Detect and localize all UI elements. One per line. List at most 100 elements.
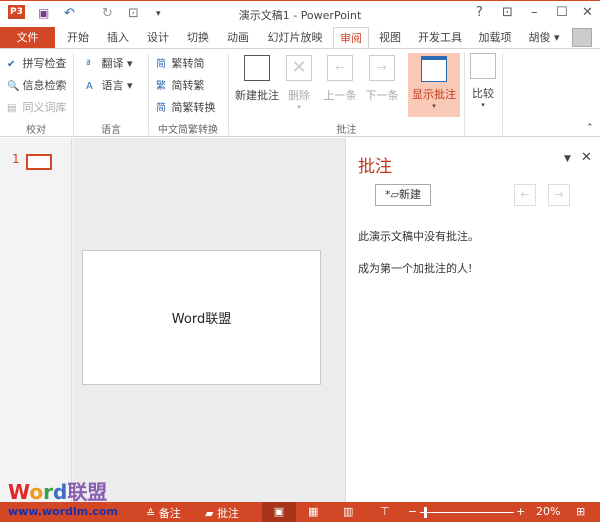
- notes-label: 备注: [158, 507, 181, 520]
- previous-comment-label: 上一条: [323, 89, 357, 102]
- tab-home[interactable]: 开始: [60, 27, 96, 48]
- group-proofing-label: 校对: [26, 125, 46, 136]
- zoom-slider-thumb[interactable]: [424, 507, 428, 518]
- new-comment-pane-button[interactable]: *▱新建: [375, 184, 431, 206]
- notes-button[interactable]: ≙ 备注: [146, 505, 181, 521]
- tab-insert[interactable]: 插入: [100, 27, 136, 48]
- trad-to-simp-button[interactable]: 简 繁转简: [156, 55, 205, 71]
- slide-sorter-button[interactable]: ▦: [308, 505, 318, 518]
- title-bar: P3 ▣ ↶ ↻ ⊡ ▾ 演示文稿1 - PowerPoint ? ⊡ – ☐ …: [0, 0, 600, 27]
- minimize-button[interactable]: –: [531, 5, 538, 20]
- simp-to-trad-icon: 繁: [156, 81, 166, 92]
- chinese-conversion-label: 简繁转换: [171, 101, 216, 114]
- group-chinese-label: 中文简繁转换: [158, 125, 218, 136]
- tab-addins[interactable]: 加载项: [472, 27, 518, 48]
- ribbon-display-button[interactable]: ⊡: [502, 5, 513, 20]
- comments-icon: ▰: [205, 507, 214, 520]
- research-label: 信息检索: [22, 79, 67, 92]
- new-button-label: 新建: [398, 188, 421, 201]
- ribbon-tabs: 文件 开始 插入 设计 切换 动画 幻灯片放映 审阅 视图 开发工具 加载项 胡…: [0, 27, 600, 48]
- tab-review[interactable]: 审阅: [333, 27, 369, 48]
- spelling-button[interactable]: ✔ 拼写检查: [7, 55, 67, 71]
- comments-pane: 批注 ▼ ✕ *▱新建 ← → 此演示文稿中没有批注。 成为第一个加批注的人!: [345, 138, 600, 502]
- pane-next-icon[interactable]: →: [548, 184, 570, 206]
- chinese-conversion-button[interactable]: 简 简繁转换: [156, 99, 216, 115]
- divider: [502, 53, 503, 135]
- close-button[interactable]: ✕: [582, 5, 593, 20]
- chinese-conversion-icon: 简: [156, 103, 166, 114]
- slideshow-button[interactable]: ⊤: [380, 505, 390, 518]
- language-icon: A: [86, 81, 93, 92]
- translate-label: 翻译: [101, 57, 124, 70]
- notes-icon: ≙: [146, 507, 156, 520]
- slide-editor: Word联盟: [73, 138, 345, 502]
- trad-to-simp-label: 繁转简: [171, 57, 205, 70]
- zoom-in-button[interactable]: +: [516, 505, 525, 518]
- user-name-label: 胡俊: [528, 31, 551, 44]
- delete-comment-label: 删除: [288, 89, 310, 102]
- tab-animations[interactable]: 动画: [220, 27, 256, 48]
- compare-label: 比较: [472, 87, 494, 100]
- show-comments-label: 显示批注: [412, 88, 456, 101]
- divider: [464, 53, 465, 135]
- pane-close-icon[interactable]: ✕: [581, 150, 592, 165]
- avatar[interactable]: [572, 28, 592, 47]
- watermark-logo: Word联盟: [8, 480, 108, 504]
- next-comment-label: 下一条: [365, 89, 399, 102]
- spelling-label: 拼写检查: [22, 57, 67, 70]
- thesaurus-button[interactable]: ▤ 同义词库: [7, 99, 67, 115]
- previous-comment-button[interactable]: ← 上一条: [320, 55, 360, 103]
- show-comments-button[interactable]: 显示批注 ▾: [408, 53, 460, 117]
- no-comments-message: 此演示文稿中没有批注。: [358, 230, 479, 243]
- new-comment-small-icon: *▱: [385, 188, 399, 201]
- slide-text[interactable]: Word联盟: [172, 308, 231, 327]
- show-comments-icon: [421, 56, 447, 82]
- tab-developer[interactable]: 开发工具: [412, 27, 468, 48]
- collapse-ribbon-icon[interactable]: ⌃: [586, 123, 594, 133]
- zoom-out-button[interactable]: −: [408, 505, 417, 518]
- slide-thumbnail[interactable]: [26, 154, 52, 170]
- slide-number: 1: [12, 152, 20, 166]
- simp-to-trad-button[interactable]: 繁 简转繁: [156, 77, 205, 93]
- delete-comment-icon: ✕: [286, 55, 312, 81]
- zoom-level[interactable]: 20%: [536, 505, 560, 518]
- slide-thumbnails: 1: [0, 138, 72, 502]
- ribbon: ✔ 拼写检查 🔍 信息检索 ▤ 同义词库 校对 ª 翻译 ▾ A 语言 ▾ 语言…: [0, 48, 600, 137]
- user-name[interactable]: 胡俊 ▾: [524, 27, 564, 48]
- normal-view-button[interactable]: ▣: [262, 502, 296, 522]
- help-button[interactable]: ?: [476, 5, 483, 20]
- translate-icon: ª: [86, 59, 91, 70]
- new-comment-icon: [244, 55, 270, 81]
- thesaurus-icon: ▤: [7, 103, 17, 114]
- status-bar: www.wordlm.com ≙ 备注 ▰ 批注 ▣ ▦ ▥ ⊤ − + 20%…: [0, 502, 600, 522]
- comments-label: 批注: [216, 507, 239, 520]
- maximize-button[interactable]: ☐: [556, 5, 568, 20]
- reading-view-button[interactable]: ▥: [343, 505, 353, 518]
- compare-button[interactable]: 比较 ▾: [468, 53, 498, 109]
- tab-slideshow[interactable]: 幻灯片放映: [260, 27, 330, 48]
- language-label: 语言: [101, 79, 124, 92]
- comments-button[interactable]: ▰ 批注: [205, 505, 239, 521]
- tab-transitions[interactable]: 切换: [180, 27, 216, 48]
- slide-canvas[interactable]: Word联盟: [82, 250, 321, 385]
- first-comment-prompt: 成为第一个加批注的人!: [358, 262, 473, 275]
- comments-pane-title: 批注: [358, 157, 392, 177]
- research-button[interactable]: 🔍 信息检索: [7, 77, 67, 93]
- previous-comment-icon: ←: [327, 55, 353, 81]
- compare-icon: [470, 53, 496, 79]
- next-comment-button[interactable]: → 下一条: [362, 55, 402, 103]
- pane-options-icon[interactable]: ▼: [564, 154, 571, 164]
- translate-button[interactable]: ª 翻译 ▾: [86, 55, 133, 71]
- fit-to-window-icon[interactable]: ⊞: [576, 505, 585, 518]
- spelling-icon: ✔: [7, 59, 16, 70]
- tab-view[interactable]: 视图: [372, 27, 408, 48]
- zoom-slider[interactable]: [420, 512, 514, 513]
- tab-file[interactable]: 文件: [0, 27, 55, 48]
- workspace: 1 Word联盟 批注 ▼ ✕ *▱新建 ← → 此演示文稿中没有批注。 成为第…: [0, 138, 600, 502]
- thesaurus-label: 同义词库: [22, 101, 67, 114]
- tab-design[interactable]: 设计: [140, 27, 176, 48]
- pane-previous-icon[interactable]: ←: [514, 184, 536, 206]
- language-button[interactable]: A 语言 ▾: [86, 77, 133, 93]
- delete-comment-button[interactable]: ✕ 删除 ▾: [284, 55, 314, 111]
- new-comment-button[interactable]: 新建批注: [232, 55, 282, 103]
